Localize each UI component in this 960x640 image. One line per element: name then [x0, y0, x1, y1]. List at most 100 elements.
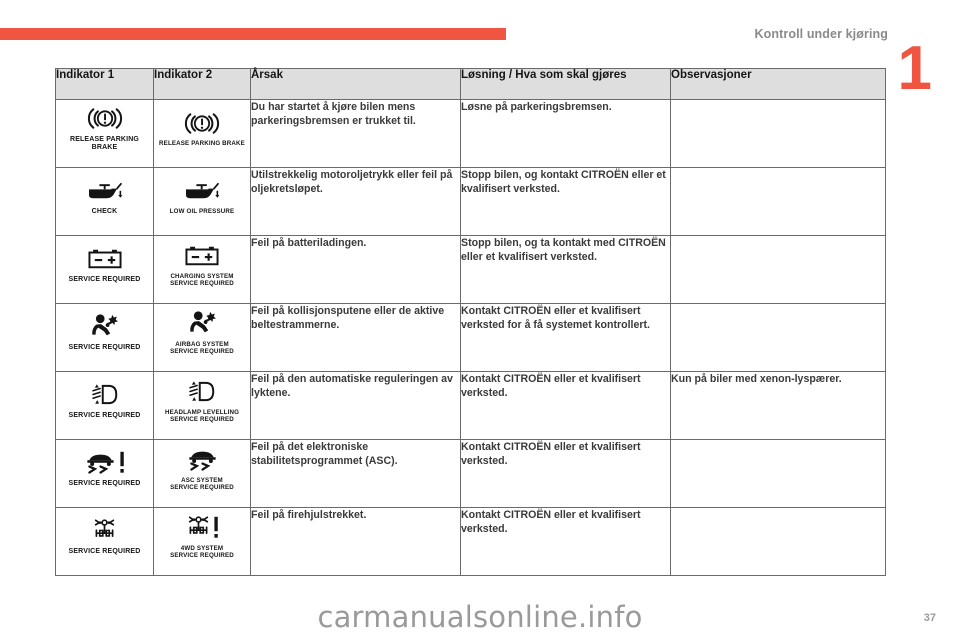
- warning-light-caption: HEADLAMP LEVELLING SERVICE REQUIRED: [164, 408, 240, 423]
- exclamation-mark-icon: [120, 451, 124, 473]
- warning-light-tile: ASC SYSTEM SERVICE REQUIRED: [158, 440, 246, 496]
- cell-losning: Kontakt CITROËN eller et kvalifisert ver…: [460, 439, 671, 508]
- warning-light-tile: 4WD SYSTEM SERVICE REQUIRED: [158, 508, 246, 564]
- battery-charge-warning-icon: [184, 241, 220, 271]
- warning-light-tile: SERVICE REQUIRED: [60, 440, 149, 496]
- cell-observasjoner: [670, 99, 886, 168]
- exclamation-mark-icon: [213, 516, 218, 538]
- column-header-indikator-1: Indikator 1: [55, 68, 154, 100]
- cell-indikator-2: AIRBAG SYSTEM SERVICE REQUIRED: [153, 303, 251, 372]
- cell-observasjoner: Kun på biler med xenon-lyspærer.: [670, 371, 886, 440]
- cell-indikator-1: SERVICE REQUIRED: [55, 235, 154, 304]
- cell-arsak: Feil på den automatiske reguleringen av …: [250, 371, 461, 440]
- cell-indikator-1: CHECK: [55, 167, 154, 236]
- page-number: 37: [923, 612, 936, 624]
- parking-brake-warning-icon: [182, 108, 222, 138]
- parking-brake-warning-icon: [85, 104, 125, 134]
- cell-observasjoner: [670, 303, 886, 372]
- cell-arsak: Feil på batteriladingen.: [250, 235, 461, 304]
- table-header: Indikator 1 Indikator 2 Årsak Løsning / …: [55, 68, 886, 100]
- chapter-tab: 1: [888, 18, 960, 100]
- warning-light-tile: RELEASE PARKING BRAKE: [158, 100, 246, 156]
- column-header-observasjoner: Observasjoner: [670, 68, 886, 100]
- cell-arsak: Feil på kollisjonsputene eller de aktive…: [250, 303, 461, 372]
- site-watermark: carmanualsonline.info: [317, 600, 643, 634]
- table-row: SERVICE REQUIRED AIRBAG SYSTEM SERVICE R…: [55, 303, 886, 372]
- table-header-row: Indikator 1 Indikator 2 Årsak Løsning / …: [55, 68, 886, 100]
- four-wheel-drive-warning-icon: [185, 513, 220, 543]
- warning-light-caption: 4WD SYSTEM SERVICE REQUIRED: [170, 544, 234, 559]
- warning-light-caption: AIRBAG SYSTEM SERVICE REQUIRED: [170, 340, 234, 355]
- battery-charge-warning-icon: [87, 244, 123, 274]
- asc-stability-warning-icon: [185, 445, 220, 475]
- airbag-warning-icon: [89, 312, 120, 342]
- cell-observasjoner: [670, 507, 886, 576]
- warning-light-tile: CHARGING SYSTEM SERVICE REQUIRED: [158, 236, 246, 292]
- table-row: SERVICE REQUIRED HEADLAMP LEVELLING SERV…: [55, 371, 886, 440]
- cell-indikator-1: RELEASE PARKING BRAKE: [55, 99, 154, 168]
- chapter-number: 1: [897, 34, 932, 103]
- warning-light-tile: RELEASE PARKING BRAKE: [60, 100, 149, 156]
- cell-losning: Stopp bilen, og kontakt CITROËN eller et…: [460, 167, 671, 236]
- column-header-indikator-2: Indikator 2: [153, 68, 251, 100]
- cell-observasjoner: [670, 167, 886, 236]
- warning-light-caption: SERVICE REQUIRED: [68, 547, 141, 555]
- cell-observasjoner: [670, 439, 886, 508]
- oil-pressure-warning-icon: [181, 176, 223, 206]
- warning-light-caption: SERVICE REQUIRED: [68, 343, 141, 351]
- table-row: SERVICE REQUIRED ASC SYSTEM SERVICE REQU…: [55, 439, 886, 508]
- table-row: SERVICE REQUIRED 4WD SYSTEM SERVICE REQU…: [55, 507, 886, 576]
- cell-arsak: Feil på det elektroniske stabilitetsprog…: [250, 439, 461, 508]
- cell-indikator-1: SERVICE REQUIRED: [55, 439, 154, 508]
- headlamp-levelling-warning-icon: [90, 380, 120, 410]
- cell-indikator-2: LOW OIL PRESSURE: [153, 167, 251, 236]
- warning-light-caption: SERVICE REQUIRED: [68, 479, 141, 487]
- cell-indikator-2: 4WD SYSTEM SERVICE REQUIRED: [153, 507, 251, 576]
- oil-pressure-warning-icon: [84, 176, 126, 206]
- warning-light-caption: CHECK: [91, 207, 118, 215]
- table-row: SERVICE REQUIRED CHARGING SYSTEM SERVICE…: [55, 235, 886, 304]
- cell-indikator-1: SERVICE REQUIRED: [55, 507, 154, 576]
- cell-indikator-2: RELEASE PARKING BRAKE: [153, 99, 251, 168]
- cell-indikator-2: HEADLAMP LEVELLING SERVICE REQUIRED: [153, 371, 251, 440]
- column-header-arsak: Årsak: [250, 68, 461, 100]
- warning-light-tile: AIRBAG SYSTEM SERVICE REQUIRED: [158, 304, 246, 360]
- warning-light-tile: LOW OIL PRESSURE: [158, 168, 246, 224]
- warning-light-caption: ASC SYSTEM SERVICE REQUIRED: [170, 476, 234, 491]
- cell-losning: Kontakt CITROËN eller et kvalifisert ver…: [460, 507, 671, 576]
- cell-indikator-2: CHARGING SYSTEM SERVICE REQUIRED: [153, 235, 251, 304]
- warning-light-tile: SERVICE REQUIRED: [60, 372, 149, 428]
- cell-losning: Kontakt CITROËN eller et kvalifisert ver…: [460, 303, 671, 372]
- table-body: RELEASE PARKING BRAKE RELEASE PARKING BR…: [55, 99, 886, 576]
- cell-indikator-2: ASC SYSTEM SERVICE REQUIRED: [153, 439, 251, 508]
- cell-indikator-1: SERVICE REQUIRED: [55, 303, 154, 372]
- warning-light-tile: HEADLAMP LEVELLING SERVICE REQUIRED: [158, 372, 246, 428]
- warning-light-tile: SERVICE REQUIRED: [60, 508, 149, 564]
- table-row: CHECK LOW OIL PRESSURE Utilstrekkelig mot…: [55, 167, 886, 236]
- cell-losning: Løsne på parkeringsbremsen.: [460, 99, 671, 168]
- cell-arsak: Utilstrekkelig motoroljetrykk eller feil…: [250, 167, 461, 236]
- headlamp-levelling-warning-icon: [187, 377, 217, 407]
- warning-light-caption: RELEASE PARKING BRAKE: [69, 135, 140, 151]
- cell-losning: Stopp bilen, og ta kontakt med CITROËN e…: [460, 235, 671, 304]
- chapter-title: Kontroll under kjøring: [754, 27, 888, 41]
- airbag-warning-icon: [187, 309, 218, 339]
- warning-light-tile: SERVICE REQUIRED: [60, 304, 149, 360]
- warning-light-caption: RELEASE PARKING BRAKE: [159, 140, 245, 148]
- warning-light-caption: CHARGING SYSTEM SERVICE REQUIRED: [170, 272, 234, 287]
- cell-observasjoner: [670, 235, 886, 304]
- cell-losning: Kontakt CITROËN eller et kvalifisert ver…: [460, 371, 671, 440]
- warning-indicator-table: Indikator 1 Indikator 2 Årsak Løsning / …: [55, 68, 886, 576]
- cell-indikator-1: SERVICE REQUIRED: [55, 371, 154, 440]
- cell-arsak: Feil på firehjulstrekket.: [250, 507, 461, 576]
- table-row: RELEASE PARKING BRAKE RELEASE PARKING BR…: [55, 99, 886, 168]
- warning-light-tile: SERVICE REQUIRED: [60, 236, 149, 292]
- warning-light-caption: SERVICE REQUIRED: [68, 275, 141, 283]
- warning-light-caption: SERVICE REQUIRED: [68, 411, 141, 419]
- four-wheel-drive-warning-icon: [91, 516, 118, 546]
- warning-light-tile: CHECK: [60, 168, 149, 224]
- page-header: Kontroll under kjøring 1: [0, 0, 960, 100]
- asc-stability-warning-icon: [83, 448, 126, 478]
- warning-light-caption: LOW OIL PRESSURE: [169, 208, 235, 216]
- header-accent-rule: [0, 28, 506, 40]
